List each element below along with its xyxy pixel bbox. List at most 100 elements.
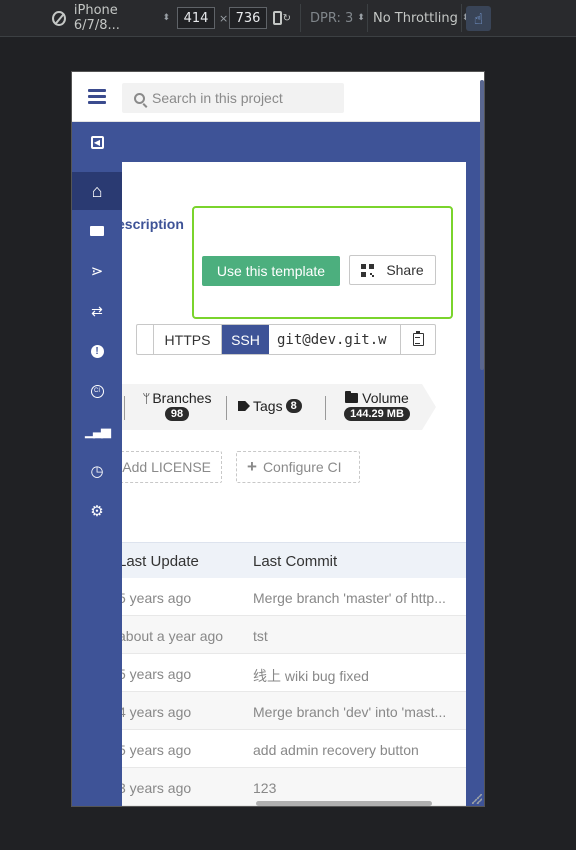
description-link[interactable]: escription (122, 216, 184, 232)
sidebar: ◀ ⌂ ⋗ ⇄ ! CI ▁▃▅ ◷ ⚙ (72, 122, 122, 806)
height-input[interactable]: 736 (229, 7, 267, 29)
branch-network-icon: ⋗ (90, 263, 104, 280)
sidebar-item-issues[interactable]: ! (72, 332, 122, 370)
branches-stat[interactable]: ᛘ Branches 98 (136, 390, 218, 421)
volume-label: Volume (362, 390, 409, 406)
col-last-update: Last Update (122, 553, 199, 570)
device-select[interactable]: iPhone 6/7/8... ⬍ (52, 3, 170, 33)
resize-handle[interactable] (472, 794, 482, 804)
row-last-update: 4 years ago (122, 704, 192, 720)
toolbar-divider (367, 4, 368, 32)
folder-icon (345, 391, 359, 403)
copy-url-button[interactable] (401, 325, 435, 354)
stat-divider (226, 396, 227, 420)
table-row[interactable]: 4 years ago Merge branch 'dev' into 'mas… (122, 692, 466, 730)
project-stats-bar: ᛘ Branches 98 Tags 8 Volume 144.29 MB (122, 384, 436, 430)
sidebar-item-activity[interactable]: ◷ (72, 452, 122, 490)
https-toggle[interactable]: HTTPS (154, 325, 222, 354)
merge-request-icon: ⇄ (91, 302, 103, 319)
sidebar-item-collapse[interactable]: ◀ (72, 123, 122, 161)
branch-icon: ᛘ (142, 390, 151, 406)
collapse-icon: ◀ (90, 135, 104, 149)
tags-label: Tags (253, 398, 283, 414)
toolbar-divider (300, 4, 301, 32)
sidebar-item-files[interactable] (72, 212, 122, 250)
settings-icon: ⚙ (90, 503, 104, 520)
dpr-select[interactable]: DPR: 3 ⬍ (310, 7, 365, 29)
row-last-commit[interactable]: tst (253, 628, 464, 644)
table-row[interactable]: 5 years ago Merge branch 'master' of htt… (122, 578, 466, 616)
hand-pointer-icon: ☝ (473, 9, 484, 28)
toolbar-divider (461, 4, 462, 32)
top-navbar: Search in this project (72, 72, 484, 122)
row-last-update: 3 years ago (122, 780, 192, 796)
throttling-select[interactable]: No Throttling⬍ (373, 7, 469, 29)
table-row[interactable]: about a year ago tst (122, 616, 466, 654)
search-icon (134, 92, 145, 104)
clone-addon (137, 325, 154, 354)
vertical-scrollbar[interactable] (480, 80, 484, 370)
row-last-commit[interactable]: Merge branch 'dev' into 'mast... (253, 704, 464, 720)
configure-ci-button[interactable]: + Configure CI (236, 451, 360, 483)
sidebar-item-stats[interactable]: ▁▃▅ (72, 412, 122, 450)
chevron-updown-icon: ⬍ (357, 13, 365, 23)
tag-icon (238, 401, 250, 411)
ci-icon: CI (90, 384, 104, 398)
device-viewport: Search in this project ◀ ⌂ ⋗ ⇄ ! CI ▁▃▅ … (71, 71, 485, 807)
configure-ci-label: Configure CI (262, 459, 342, 475)
dimension-separator: × (219, 11, 229, 25)
row-last-commit[interactable]: 123 (253, 780, 464, 796)
search-input[interactable]: Search in this project (122, 83, 344, 113)
chevron-updown-icon: ⬍ (162, 13, 170, 23)
volume-value-badge: 144.29 MB (344, 407, 410, 421)
ssh-toggle[interactable]: SSH (222, 325, 269, 354)
add-license-label: Add LICENSE (122, 459, 211, 475)
share-button[interactable]: Share (349, 255, 436, 285)
row-last-update: 5 years ago (122, 590, 192, 606)
row-last-update: about a year ago (122, 628, 224, 644)
stat-divider (124, 396, 125, 420)
sidebar-item-settings[interactable]: ⚙ (72, 492, 122, 530)
stat-divider (325, 396, 326, 420)
sidebar-item-merge-requests[interactable]: ⇄ (72, 292, 122, 330)
device-icon (52, 10, 66, 26)
table-row[interactable]: 5 years ago 线上 wiki bug fixed (122, 654, 466, 692)
clone-url-input[interactable]: git@dev.git.w (269, 325, 401, 354)
table-row[interactable]: 5 years ago add admin recovery button (122, 730, 466, 768)
row-last-commit[interactable]: add admin recovery button (253, 742, 464, 758)
issues-icon: ! (90, 344, 104, 358)
hamburger-menu-icon[interactable] (88, 89, 106, 104)
device-name: iPhone 6/7/8... (73, 3, 120, 33)
volume-stat: Volume 144.29 MB (336, 390, 418, 421)
col-last-commit: Last Commit (253, 553, 338, 570)
project-content: escription Use this template Share HTTPS… (122, 162, 466, 806)
search-placeholder: Search in this project (152, 90, 283, 106)
clipboard-icon (412, 331, 424, 346)
sidebar-item-ci[interactable]: CI (72, 372, 122, 410)
rotate-button[interactable]: ↻ (273, 7, 291, 29)
branches-count-badge: 98 (164, 407, 190, 421)
file-table-header: Last Update Last Commit (122, 542, 466, 578)
throttling-label: No Throttling (373, 10, 458, 26)
branches-label: Branches (152, 390, 212, 406)
width-input[interactable]: 414 (177, 7, 215, 29)
qr-code-icon (361, 263, 375, 277)
sidebar-item-network[interactable]: ⋗ (72, 252, 122, 290)
row-last-commit[interactable]: 线上 wiki bug fixed (253, 666, 464, 686)
horizontal-scrollbar[interactable] (256, 801, 432, 806)
add-license-button[interactable]: Add LICENSE (122, 451, 222, 483)
row-last-commit[interactable]: Merge branch 'master' of http... (253, 590, 464, 606)
rotate-icon (273, 11, 282, 25)
sidebar-item-home[interactable]: ⌂ (72, 172, 122, 210)
folder-icon (90, 226, 104, 236)
home-icon: ⌂ (91, 180, 103, 201)
tags-stat[interactable]: Tags 8 (238, 398, 302, 414)
plus-icon: + (247, 457, 257, 476)
share-label: Share (386, 262, 424, 278)
clock-icon: ◷ (90, 463, 104, 480)
stats-icon: ▁▃▅ (85, 423, 111, 438)
dpr-label: DPR: 3 (310, 10, 354, 26)
touch-toggle-button[interactable]: ☝ (466, 6, 491, 31)
use-template-button[interactable]: Use this template (202, 256, 340, 286)
row-last-update: 5 years ago (122, 742, 192, 758)
